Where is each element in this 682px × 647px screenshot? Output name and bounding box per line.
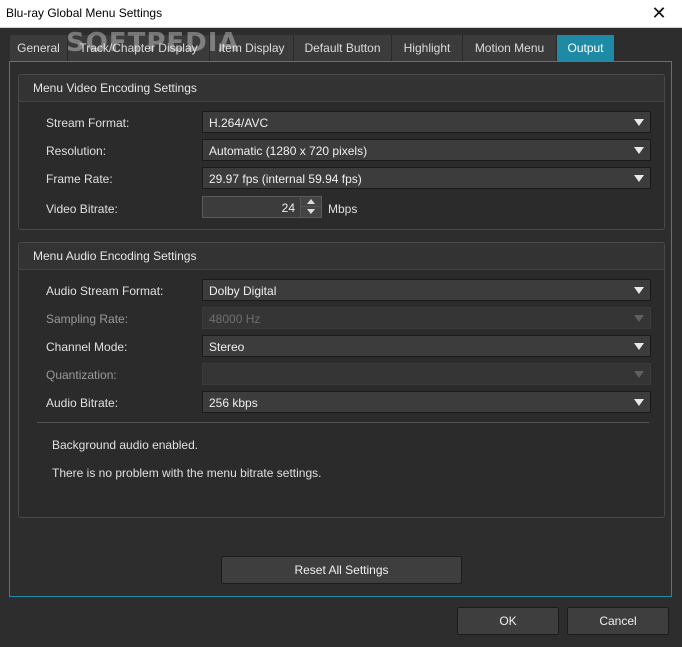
chevron-down-icon xyxy=(634,119,644,126)
quantization-select xyxy=(202,363,651,385)
tab-default-button[interactable]: Default Button xyxy=(294,35,392,61)
chevron-down-icon xyxy=(634,175,644,182)
tab-highlight[interactable]: Highlight xyxy=(392,35,463,61)
audio-group-title: Menu Audio Encoding Settings xyxy=(19,243,664,270)
title-bar: Blu-ray Global Menu Settings ✕ xyxy=(0,0,682,28)
sampling-rate-label: Sampling Rate: xyxy=(46,312,129,326)
audio-bitrate-label: Audio Bitrate: xyxy=(46,396,119,410)
audio-bitrate-value: 256 kbps xyxy=(209,396,258,410)
divider xyxy=(37,422,649,423)
tab-output[interactable]: Output xyxy=(557,35,615,61)
reset-all-settings-button[interactable]: Reset All Settings xyxy=(221,556,462,584)
quantization-label: Quantization: xyxy=(46,368,117,382)
frame-rate-value: 29.97 fps (internal 59.94 fps) xyxy=(209,172,362,186)
status-message-bitrate: There is no problem with the menu bitrat… xyxy=(52,466,322,480)
frame-rate-label: Frame Rate: xyxy=(46,172,113,186)
spinner-up-icon[interactable] xyxy=(301,197,321,207)
audio-bitrate-select[interactable]: 256 kbps xyxy=(202,391,651,413)
sampling-rate-value: 48000 Hz xyxy=(209,312,261,326)
video-bitrate-label: Video Bitrate: xyxy=(46,202,118,216)
softpedia-watermark: SOFTPEDIA xyxy=(66,28,240,58)
chevron-down-icon xyxy=(634,315,644,322)
tab-motion-menu[interactable]: Motion Menu xyxy=(463,35,557,61)
chevron-down-icon xyxy=(634,343,644,350)
tab-general[interactable]: General xyxy=(10,35,68,61)
chevron-down-icon xyxy=(634,287,644,294)
video-bitrate-value: 24 xyxy=(281,201,295,215)
stream-format-label: Stream Format: xyxy=(46,116,130,130)
cancel-button[interactable]: Cancel xyxy=(567,607,669,635)
spinner-buttons xyxy=(300,197,321,217)
spinner-down-icon[interactable] xyxy=(301,207,321,217)
chevron-down-icon xyxy=(634,371,644,378)
video-bitrate-spinner[interactable]: 24 xyxy=(202,196,322,218)
stream-format-select[interactable]: H.264/AVC xyxy=(202,111,651,133)
audio-stream-format-label: Audio Stream Format: xyxy=(46,284,164,298)
resolution-select[interactable]: Automatic (1280 x 720 pixels) xyxy=(202,139,651,161)
sampling-rate-select: 48000 Hz xyxy=(202,307,651,329)
window-title: Blu-ray Global Menu Settings xyxy=(6,6,163,20)
output-panel: Menu Video Encoding Settings Stream Form… xyxy=(9,61,672,597)
frame-rate-select[interactable]: 29.97 fps (internal 59.94 fps) xyxy=(202,167,651,189)
close-icon[interactable]: ✕ xyxy=(636,0,682,27)
chevron-down-icon xyxy=(634,399,644,406)
audio-encoding-group: Menu Audio Encoding Settings Audio Strea… xyxy=(18,242,665,518)
status-message-audio: Background audio enabled. xyxy=(52,438,199,452)
stream-format-value: H.264/AVC xyxy=(209,116,269,130)
resolution-value: Automatic (1280 x 720 pixels) xyxy=(209,144,368,158)
chevron-down-icon xyxy=(634,147,644,154)
ok-button[interactable]: OK xyxy=(457,607,559,635)
channel-mode-value: Stereo xyxy=(209,340,245,354)
video-encoding-group: Menu Video Encoding Settings Stream Form… xyxy=(18,74,665,230)
audio-stream-format-select[interactable]: Dolby Digital xyxy=(202,279,651,301)
resolution-label: Resolution: xyxy=(46,144,107,158)
audio-stream-format-value: Dolby Digital xyxy=(209,284,277,298)
channel-mode-label: Channel Mode: xyxy=(46,340,128,354)
video-group-title: Menu Video Encoding Settings xyxy=(19,75,664,102)
channel-mode-select[interactable]: Stereo xyxy=(202,335,651,357)
video-bitrate-unit: Mbps xyxy=(328,202,358,216)
